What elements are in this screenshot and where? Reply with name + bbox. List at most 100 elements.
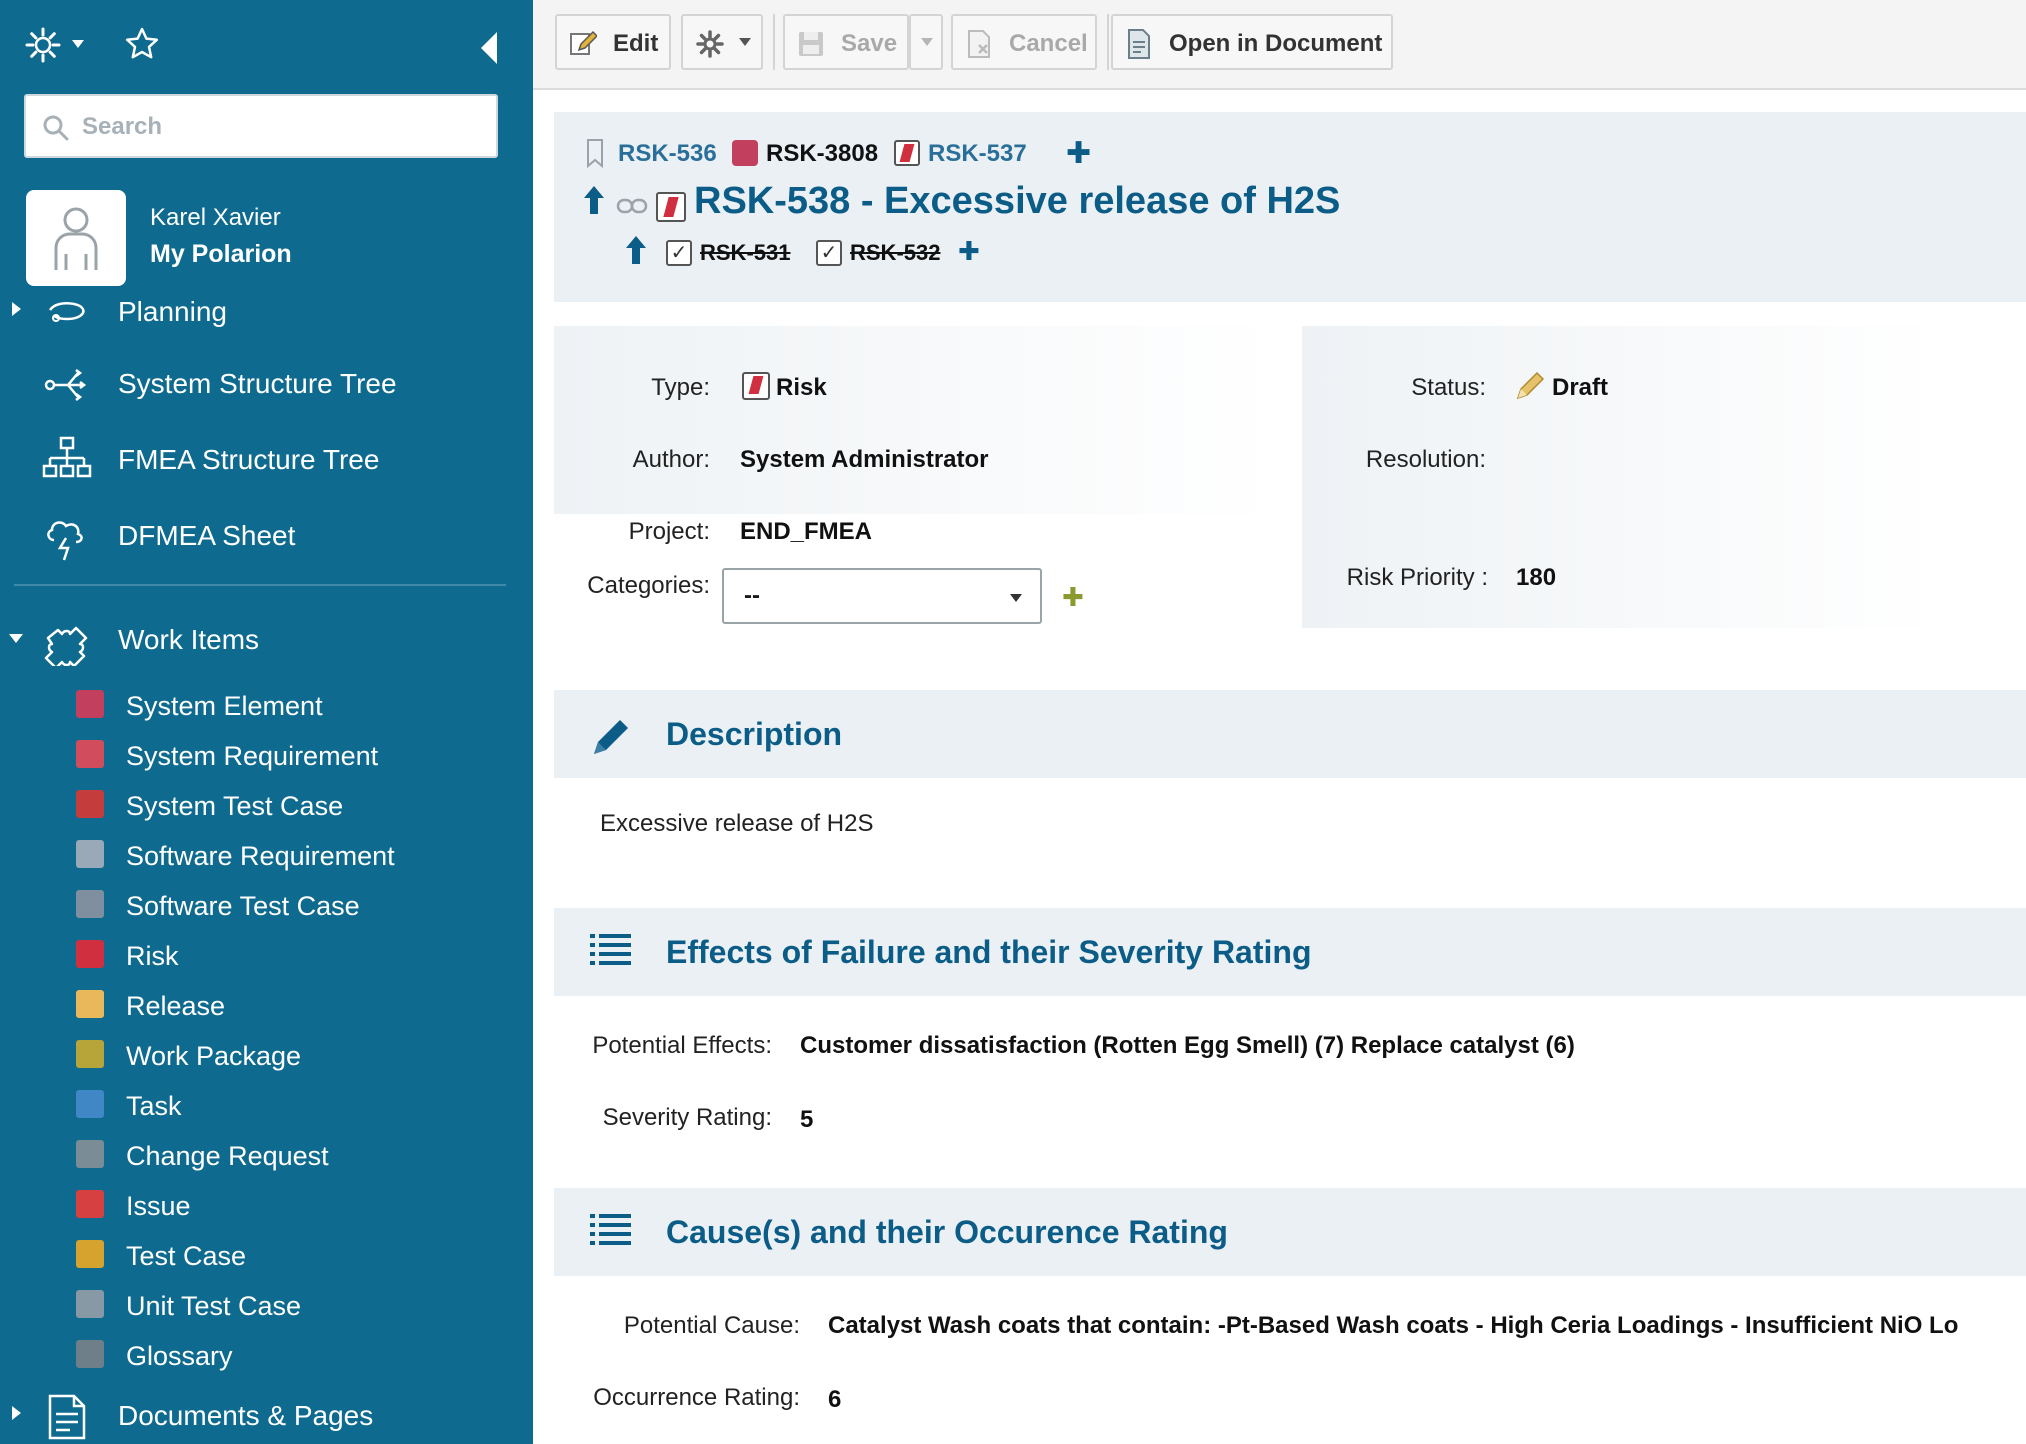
chevron-down-icon bbox=[739, 38, 751, 46]
edit-button-label: Edit bbox=[613, 30, 659, 57]
project-label: Project: bbox=[628, 518, 710, 545]
arrow-up-icon[interactable] bbox=[582, 184, 606, 216]
work-package-icon bbox=[76, 1040, 104, 1068]
add-category-icon[interactable]: ✚ bbox=[1062, 582, 1084, 613]
parent-link-label: RSK-537 bbox=[928, 140, 1027, 167]
potential-cause-value: Catalyst Wash coats that contain: -Pt-Ba… bbox=[828, 1312, 1959, 1339]
nav-documents-pages[interactable]: Documents & Pages bbox=[0, 1386, 533, 1444]
cancel-button-label: Cancel bbox=[1009, 30, 1088, 57]
work-item-type-label: Software Test Case bbox=[126, 891, 360, 921]
nav-planning[interactable]: Planning bbox=[0, 282, 533, 342]
nav-fmea-structure-tree[interactable]: FMEA Structure Tree bbox=[0, 430, 533, 490]
edit-icon bbox=[570, 30, 597, 55]
gear-icon bbox=[696, 30, 724, 58]
work-item-type-test-case[interactable]: Test Case bbox=[0, 1230, 533, 1278]
work-item-type-risk[interactable]: Risk bbox=[0, 930, 533, 978]
work-item-type-system-element[interactable]: System Element bbox=[0, 680, 533, 728]
nav-work-items[interactable]: Work Items bbox=[0, 610, 533, 670]
sidebar-search[interactable] bbox=[24, 94, 498, 158]
work-item-type-label: System Test Case bbox=[126, 791, 344, 821]
work-item-type-label: Risk bbox=[126, 941, 179, 971]
expand-arrow-icon[interactable] bbox=[12, 1406, 21, 1420]
save-button-label: Save bbox=[841, 30, 898, 57]
cloud-bolt-icon bbox=[47, 521, 83, 561]
add-child-link-icon[interactable]: ✚ bbox=[958, 236, 980, 267]
status-label: Status: bbox=[1411, 374, 1486, 401]
work-item-type-release[interactable]: Release bbox=[0, 980, 533, 1028]
pencil-icon bbox=[594, 720, 628, 754]
list-icon bbox=[590, 934, 631, 965]
collapse-arrow-icon[interactable] bbox=[9, 634, 23, 643]
categories-select[interactable]: -- bbox=[722, 568, 1042, 624]
parent-link-label: RSK-536 bbox=[618, 140, 717, 167]
system-element-icon bbox=[732, 140, 758, 166]
gear-icon[interactable] bbox=[24, 26, 62, 69]
categories-select-value: -- bbox=[744, 582, 760, 609]
link-icon bbox=[616, 198, 648, 214]
nav-system-structure-tree[interactable]: System Structure Tree bbox=[0, 354, 533, 414]
work-item-type-label: Change Request bbox=[126, 1141, 329, 1171]
user-name: Karel Xavier bbox=[150, 204, 281, 231]
occurrence-rating-label: Occurrence Rating: bbox=[593, 1384, 800, 1411]
type-label: Type: bbox=[651, 374, 710, 401]
child-link-label: RSK-531 bbox=[700, 240, 791, 265]
glossary-icon bbox=[76, 1340, 104, 1368]
risk-icon bbox=[894, 140, 920, 166]
expand-arrow-icon[interactable] bbox=[12, 302, 21, 316]
resolution-label: Resolution: bbox=[1365, 446, 1486, 473]
author-label: Author: bbox=[632, 446, 710, 473]
nav-dfmea-sheet[interactable]: DFMEA Sheet bbox=[0, 506, 533, 566]
save-options-button[interactable] bbox=[909, 14, 943, 70]
severity-rating-value: 5 bbox=[800, 1106, 814, 1133]
work-item-type-issue[interactable]: Issue bbox=[0, 1180, 533, 1228]
nav-work-items-label: Work Items bbox=[118, 624, 260, 655]
status-value[interactable]: Draft bbox=[1552, 374, 1608, 402]
actions-menu-button[interactable] bbox=[681, 14, 763, 70]
risk-icon bbox=[76, 940, 104, 968]
system-requirement-icon bbox=[76, 740, 104, 768]
collapse-sidebar-icon[interactable] bbox=[481, 32, 497, 64]
description-text: Excessive release of H2S bbox=[600, 810, 874, 837]
arrow-up-icon[interactable] bbox=[624, 234, 648, 266]
work-item-type-system-requirement[interactable]: System Requirement bbox=[0, 730, 533, 778]
open-in-document-button[interactable]: Open in Document bbox=[1111, 14, 1393, 70]
chevron-down-icon bbox=[1010, 594, 1022, 602]
avatar[interactable] bbox=[26, 190, 126, 286]
description-section-header: Description bbox=[554, 690, 2026, 778]
sidebar-top-bar bbox=[24, 26, 509, 68]
user-panel: Karel Xavier My Polarion bbox=[26, 190, 526, 290]
child-link-label: RSK-532 bbox=[850, 240, 941, 265]
type-value: Risk bbox=[776, 374, 827, 401]
nav-documents-pages-label: Documents & Pages bbox=[118, 1400, 374, 1431]
hierarchy-icon bbox=[42, 436, 92, 478]
risk-priority-value: 180 bbox=[1516, 564, 1557, 591]
cancel-button[interactable]: Cancel bbox=[951, 14, 1097, 70]
edit-button[interactable]: Edit bbox=[555, 14, 671, 70]
work-item-type-unit-test-case[interactable]: Unit Test Case bbox=[0, 1280, 533, 1328]
author-value: System Administrator bbox=[740, 446, 989, 473]
save-button[interactable]: Save bbox=[783, 14, 909, 70]
checkbox-icon: ✓ bbox=[666, 240, 692, 266]
document-icon bbox=[1128, 29, 1150, 59]
work-item-type-task[interactable]: Task bbox=[0, 1080, 533, 1128]
puzzle-icon bbox=[44, 626, 88, 666]
work-item-type-work-package[interactable]: Work Package bbox=[0, 1030, 533, 1078]
work-item-type-label: Software Requirement bbox=[126, 841, 395, 871]
potential-effects-label: Potential Effects: bbox=[592, 1032, 772, 1059]
tree-branch-icon bbox=[44, 369, 87, 401]
causes-section-header: Cause(s) and their Occurence Rating bbox=[554, 1188, 2026, 1276]
search-input[interactable] bbox=[82, 108, 482, 146]
software-requirement-icon bbox=[76, 840, 104, 868]
add-parent-link-icon[interactable]: ✚ bbox=[1066, 136, 1091, 171]
work-item-type-software-requirement[interactable]: Software Requirement bbox=[0, 830, 533, 878]
work-item-type-change-request[interactable]: Change Request bbox=[0, 1130, 533, 1178]
open-in-document-label: Open in Document bbox=[1169, 30, 1383, 57]
search-icon bbox=[43, 115, 69, 141]
star-icon[interactable] bbox=[124, 26, 160, 67]
work-item-type-system-test-case[interactable]: System Test Case bbox=[0, 780, 533, 828]
work-item-type-software-test-case[interactable]: Software Test Case bbox=[0, 880, 533, 928]
work-item-type-glossary[interactable]: Glossary bbox=[0, 1330, 533, 1378]
change-request-icon bbox=[76, 1140, 104, 1168]
chevron-down-icon[interactable] bbox=[72, 40, 84, 48]
my-polarion-link[interactable]: My Polarion bbox=[150, 240, 292, 269]
